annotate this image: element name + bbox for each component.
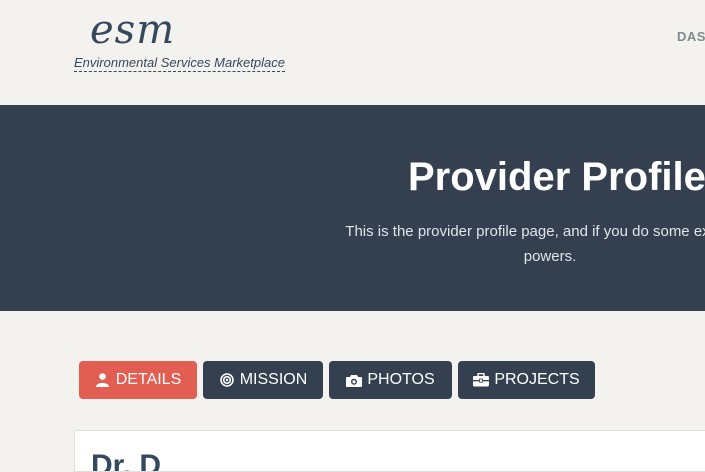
- target-icon: [219, 372, 235, 388]
- tab-details[interactable]: DETAILS: [79, 361, 197, 399]
- hero-description: This is the provider profile page, and i…: [270, 219, 705, 269]
- tab-mission-label: MISSION: [239, 371, 308, 388]
- briefcase-icon: [473, 372, 490, 388]
- tab-photos-label: PHOTOS: [367, 371, 435, 388]
- hero-description-line-2: powers.: [523, 248, 577, 265]
- tab-projects[interactable]: PROJECTS: [458, 361, 595, 399]
- logo-mark: esm: [90, 7, 176, 53]
- page-title: Provider Profile: [408, 155, 705, 199]
- profile-card: Dr. D: [74, 430, 705, 472]
- user-icon: [95, 372, 111, 388]
- hero-description-line-1: This is the provider profile page, and i…: [345, 223, 705, 240]
- tab-mission[interactable]: MISSION: [203, 361, 323, 399]
- tab-details-label: DETAILS: [115, 371, 182, 388]
- nav-dashboard-link[interactable]: DASI: [677, 29, 705, 44]
- camera-icon: [346, 372, 363, 388]
- site-logo[interactable]: esm Environmental Services Marketplace: [74, 6, 302, 72]
- tab-projects-label: PROJECTS: [494, 371, 580, 388]
- hero-banner: Provider Profile This is the provider pr…: [0, 105, 705, 311]
- tab-photos[interactable]: PHOTOS: [329, 361, 452, 399]
- logo-tagline: Environmental Services Marketplace: [74, 55, 285, 72]
